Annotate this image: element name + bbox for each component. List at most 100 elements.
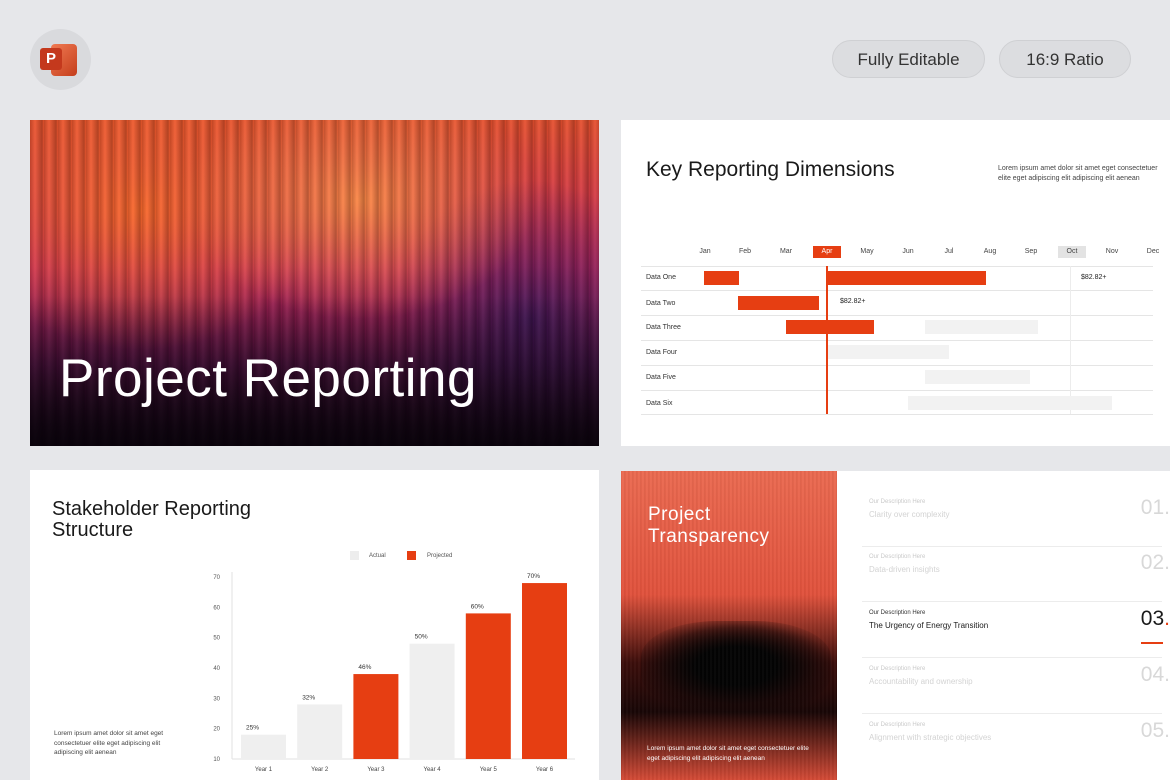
y-tick-label: 20 bbox=[213, 727, 220, 733]
item-title: Clarity over complexity bbox=[869, 510, 950, 519]
list-item[interactable]: Our Description Here Alignment with stra… bbox=[862, 714, 1170, 770]
month-label: Jun bbox=[902, 248, 914, 255]
slide-description: Lorem ipsum amet dolor sit amet eget con… bbox=[998, 165, 1158, 182]
slide-title: Key Reporting Dimensions bbox=[646, 158, 895, 181]
slide-stakeholder-reporting[interactable]: Stakeholder Reporting Structure Lorem ip… bbox=[30, 470, 599, 780]
item-number-dot: . bbox=[1164, 607, 1170, 630]
slide-image-panel: Project Transparency Lorem ipsum amet do… bbox=[621, 471, 837, 780]
x-tick-label: Year 3 bbox=[367, 767, 385, 773]
y-tick-label: 70 bbox=[213, 575, 220, 581]
row-divider bbox=[641, 365, 1153, 366]
row-label: Data Four bbox=[646, 349, 678, 356]
month-label: Dec bbox=[1146, 248, 1160, 255]
bar bbox=[297, 704, 343, 759]
slide-key-reporting-dimensions[interactable]: Key Reporting Dimensions Lorem ipsum ame… bbox=[621, 120, 1170, 446]
row-label: Data Six bbox=[646, 400, 673, 407]
bar bbox=[353, 674, 399, 759]
x-tick-label: Year 5 bbox=[480, 767, 498, 773]
row-label: Data Five bbox=[646, 374, 676, 381]
row-divider bbox=[641, 340, 1153, 341]
item-title: Accountability and ownership bbox=[869, 677, 973, 686]
gantt-bar bbox=[827, 345, 949, 359]
gantt-bar bbox=[925, 370, 1030, 384]
x-tick-label: Year 6 bbox=[536, 767, 554, 773]
item-number: 04. bbox=[1140, 663, 1170, 686]
x-tick-label: Year 4 bbox=[424, 767, 442, 773]
month-label-highlighted: Apr bbox=[813, 246, 841, 258]
item-number-text: 03 bbox=[1140, 607, 1165, 630]
bar bbox=[522, 583, 567, 759]
current-month-line bbox=[826, 266, 828, 414]
item-number: 01. bbox=[1140, 496, 1170, 519]
month-label-shaded: Oct bbox=[1058, 246, 1086, 258]
powerpoint-icon: P bbox=[30, 29, 91, 90]
powerpoint-icon-letter: P bbox=[40, 48, 62, 70]
bar bbox=[409, 643, 455, 759]
row-label: Data Three bbox=[646, 324, 681, 331]
y-tick-label: 10 bbox=[213, 757, 220, 763]
month-label: Mar bbox=[779, 248, 793, 255]
row-divider bbox=[641, 266, 1153, 267]
month-label: Nov bbox=[1105, 248, 1119, 255]
y-tick-label: 30 bbox=[213, 696, 220, 702]
row-label: Data One bbox=[646, 274, 676, 281]
slide-title: Project Reporting bbox=[59, 349, 477, 408]
data-label: 32% bbox=[302, 694, 315, 701]
slide-project-reporting[interactable]: Project Reporting bbox=[30, 120, 599, 446]
gantt-bar bbox=[704, 271, 739, 285]
value-label: $82.82+ bbox=[1081, 274, 1107, 281]
slide-description: Lorem ipsum amet dolor sit amet eget con… bbox=[647, 745, 809, 762]
x-tick-label: Year 2 bbox=[311, 767, 329, 773]
item-title: Data-driven insights bbox=[869, 565, 940, 574]
slide-project-transparency[interactable]: Project Transparency Lorem ipsum amet do… bbox=[621, 471, 1170, 780]
data-label: 46% bbox=[358, 664, 371, 671]
data-label: 25% bbox=[246, 725, 259, 732]
row-divider bbox=[641, 390, 1153, 391]
month-label: Jan bbox=[699, 248, 711, 255]
list-item[interactable]: Our Description Here Data-driven insight… bbox=[862, 546, 1170, 602]
item-description: Our Description Here bbox=[869, 722, 926, 728]
item-title: The Urgency of Energy Transition bbox=[869, 621, 989, 630]
x-tick-label: Year 1 bbox=[255, 767, 273, 773]
bar bbox=[241, 734, 286, 759]
item-description: Our Description Here bbox=[869, 554, 926, 560]
active-underline bbox=[1141, 642, 1163, 644]
data-label: 70% bbox=[527, 573, 540, 580]
list-item[interactable]: Our Description Here Accountability and … bbox=[862, 658, 1170, 714]
row-label: Data Two bbox=[646, 300, 676, 307]
data-label: 50% bbox=[415, 634, 428, 641]
badge-ratio: 16:9 Ratio bbox=[999, 40, 1131, 78]
month-label: May bbox=[860, 248, 874, 255]
item-number: 02. bbox=[1140, 551, 1170, 574]
month-label: Jul bbox=[944, 248, 954, 255]
item-number: 05. bbox=[1140, 719, 1170, 742]
gantt-bar bbox=[925, 320, 1038, 334]
row-divider bbox=[641, 414, 1153, 415]
item-description: Our Description Here bbox=[869, 666, 926, 672]
y-tick-label: 60 bbox=[213, 605, 220, 611]
gantt-bar bbox=[826, 271, 986, 285]
y-tick-label: 40 bbox=[213, 666, 220, 672]
data-label: 60% bbox=[471, 603, 484, 610]
row-divider bbox=[641, 315, 1153, 316]
list-item-active[interactable]: Our Description Here The Urgency of Ener… bbox=[862, 602, 1170, 658]
item-number: 03. bbox=[1141, 607, 1170, 631]
value-label: $82.82+ bbox=[840, 298, 866, 305]
badge-fully-editable: Fully Editable bbox=[832, 40, 985, 78]
gantt-bar bbox=[738, 296, 819, 310]
month-label: Aug bbox=[983, 248, 997, 255]
item-description: Our Description Here bbox=[869, 610, 926, 616]
row-divider bbox=[641, 290, 1153, 291]
item-title: Alignment with strategic objectives bbox=[869, 733, 992, 742]
gantt-bar bbox=[786, 320, 874, 334]
month-label: Sep bbox=[1024, 248, 1038, 255]
item-description: Our Description Here bbox=[869, 499, 926, 505]
slide-title: Project Transparency bbox=[648, 504, 770, 547]
bar bbox=[465, 613, 511, 759]
month-label: Feb bbox=[738, 248, 752, 255]
bar-chart: 10 20 30 40 50 60 70 25% Year 1 32% Year 2 46% Year … bbox=[213, 572, 575, 773]
list-item[interactable]: Our Description Here Clarity over comple… bbox=[862, 491, 1170, 547]
y-tick-label: 50 bbox=[213, 636, 220, 642]
gantt-bar bbox=[908, 396, 1112, 410]
guide-line bbox=[1070, 266, 1071, 414]
